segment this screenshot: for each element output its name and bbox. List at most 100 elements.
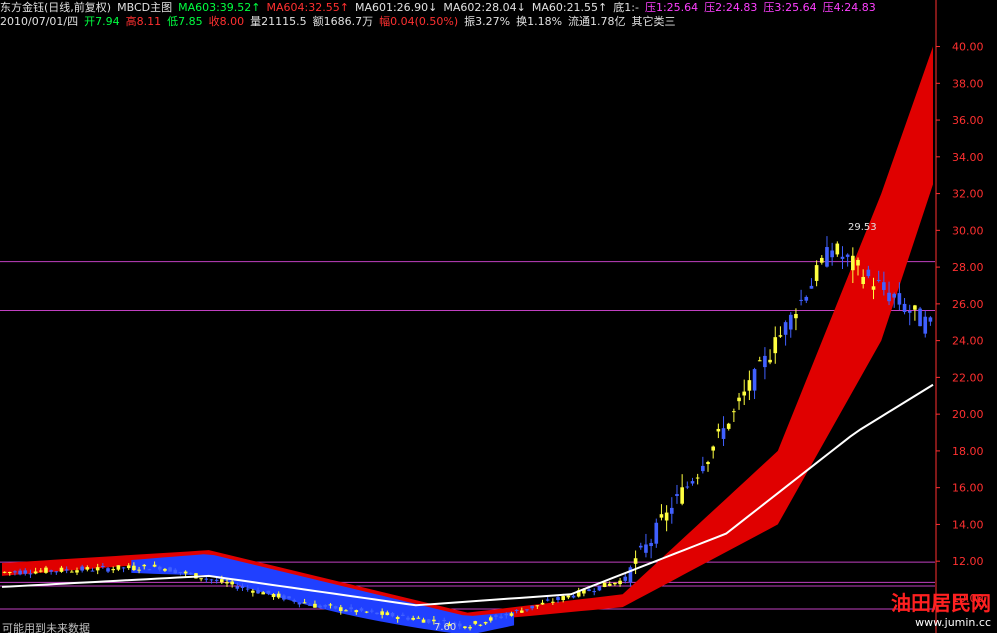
row2-item-3: 低7.85: [167, 15, 203, 28]
candle-body-20: [106, 568, 110, 572]
candle-body-148: [768, 359, 772, 363]
candle-body-8: [44, 567, 48, 573]
row2-item-5: 量21115.5: [250, 15, 307, 28]
candle-body-0: [2, 571, 7, 573]
candle-body-115: [597, 586, 602, 591]
candle-body-125: [649, 542, 653, 547]
candle-body-129: [669, 507, 674, 514]
candle-body-137: [711, 446, 715, 451]
candle-body-19: [101, 565, 105, 567]
candle-body-161: [835, 243, 840, 255]
candle-body-60: [313, 603, 317, 608]
price-axis: 40.00 38.00 36.00 34.00 32.00 30.00 28.00 26.00…: [935, 0, 984, 633]
candle-body-62: [323, 605, 328, 607]
candle-body-142: [737, 397, 741, 402]
candle-body-54: [282, 595, 286, 600]
peak-label: 29.53: [848, 222, 877, 233]
quote-header: 2010/07/01/四 开7.94 高8.11 低7.85 收8.00 量21115.5…: [0, 15, 682, 29]
candle-body-175: [907, 311, 912, 313]
candle-body-96: [499, 616, 503, 618]
candle-body-23: [121, 567, 126, 569]
candle-body-94: [488, 617, 493, 621]
candle-body-91: [473, 621, 478, 624]
candle-body-59: [307, 604, 312, 606]
candle-body-6: [33, 571, 38, 574]
candle-body-133: [690, 481, 695, 484]
candle-body-13: [70, 571, 74, 573]
candle-body-28: [147, 569, 152, 571]
candle-body-178: [923, 316, 928, 334]
axis-label-13: 14.00: [952, 518, 984, 531]
candle-body-30: [157, 566, 162, 570]
candle-body-88: [457, 623, 462, 627]
candle-body-100: [519, 610, 524, 613]
candle-body-98: [509, 613, 514, 616]
candle-body-95: [494, 615, 498, 617]
candle-body-46: [240, 586, 245, 588]
row2-item-9: 换1.18%: [516, 15, 563, 28]
candle-body-42: [220, 579, 224, 583]
candle-body-2: [13, 571, 17, 573]
candle-body-140: [726, 423, 731, 429]
axis-label-5: 30.00: [952, 224, 984, 237]
candle-body-101: [525, 609, 529, 611]
candle-body-5: [28, 573, 33, 575]
candle-body-104: [540, 602, 545, 605]
row2-item-8: 振3.27%: [464, 15, 511, 28]
candle-body-134: [695, 477, 700, 479]
candle-body-119: [618, 580, 622, 585]
candle-body-40: [209, 579, 214, 581]
candle-body-157: [814, 265, 819, 281]
candle-body-77: [401, 614, 405, 617]
candle-body-164: [851, 255, 855, 271]
candle-body-65: [338, 607, 343, 612]
candle-body-63: [328, 604, 333, 606]
candle-body-74: [385, 612, 390, 616]
candle-body-168: [871, 286, 876, 290]
candle-body-39: [204, 578, 209, 580]
candle-body-167: [866, 269, 871, 277]
candle-body-177: [918, 308, 922, 327]
candle-body-110: [571, 595, 576, 598]
candle-body-41: [214, 579, 219, 581]
candle-body-90: [468, 627, 472, 629]
candle-body-32: [168, 567, 172, 572]
candle-body-22: [116, 565, 121, 570]
candle-body-143: [742, 391, 747, 396]
candle-body-4: [23, 570, 28, 574]
candle-body-97: [504, 614, 509, 616]
candle-body-25: [132, 565, 136, 571]
candle-body-158: [819, 257, 824, 263]
axis-label-6: 28.00: [952, 261, 984, 274]
candle-body-10: [54, 571, 59, 573]
candle-body-171: [887, 292, 891, 302]
row1-item-0: 东方金钰(日线,前复权): [0, 1, 112, 14]
candle-body-26: [137, 569, 141, 571]
row1-item-9: 压2:24.83: [704, 1, 758, 14]
candle-body-69: [359, 608, 364, 611]
candle-body-106: [551, 601, 555, 603]
candle-body-130: [675, 494, 679, 496]
candle-body-146: [757, 360, 762, 362]
axis-label-2: 36.00: [952, 114, 984, 127]
row2-item-1: 开7.94: [84, 15, 120, 28]
candle-body-150: [778, 335, 783, 337]
row1-item-6: MA60:21.55↑: [531, 1, 608, 14]
watermark-name: 油田居民网: [891, 591, 991, 615]
row2-item-2: 高8.11: [125, 15, 162, 28]
watermark: 油田居民网 www.jumin.cc: [891, 587, 991, 629]
row1-item-3: MA604:32.55↑: [266, 1, 349, 14]
candle-body-14: [75, 570, 79, 573]
candle-body-16: [85, 567, 90, 570]
candle-body-92: [478, 624, 483, 626]
candle-body-73: [380, 611, 384, 615]
indicator-header: 东方金钰(日线,前复权) MBCD主图 MA603:39.52↑ MA604:32.5…: [0, 1, 882, 15]
candle-body-48: [251, 590, 255, 593]
candle-body-3: [18, 570, 22, 575]
row1-item-4: MA601:26.90↓: [354, 1, 438, 14]
row2-item-6: 额1686.7万: [312, 15, 374, 28]
candle-body-113: [587, 589, 591, 591]
candle-body-72: [375, 612, 379, 615]
candle-body-81: [421, 619, 426, 623]
row1-item-8: 压1:25.64: [644, 1, 699, 14]
